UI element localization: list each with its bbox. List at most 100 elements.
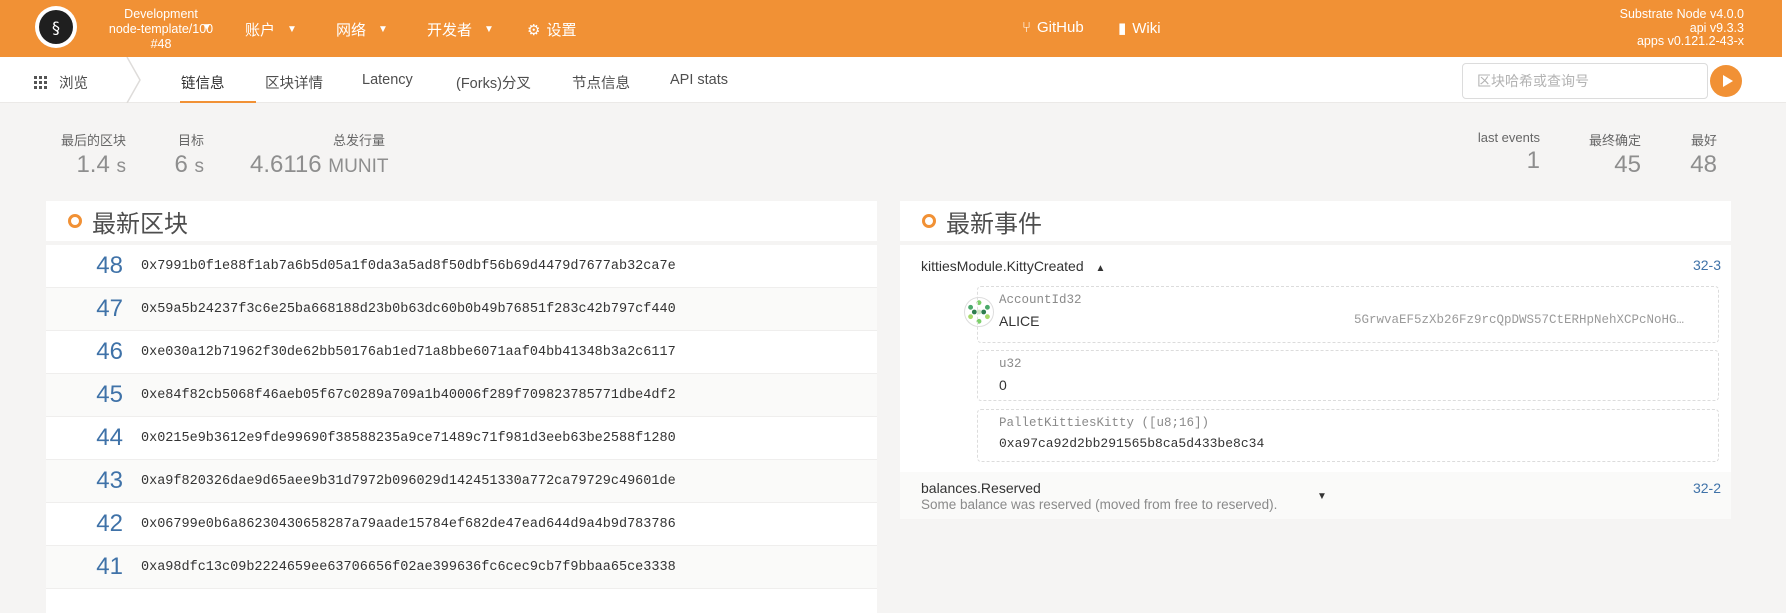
tab-api-stats[interactable]: API stats: [670, 72, 728, 88]
block-hash: 0x7991b0f1e88f1ab7a6b5d05a1f0da3a5ad8f50…: [141, 258, 676, 274]
stat-last-events: last events 1: [1460, 130, 1540, 175]
table-row: 43 0xa9f820326dae9d65aee9b31d7972b096029d…: [46, 460, 877, 503]
recent-events-header: 最新事件: [900, 201, 1731, 245]
nav-settings[interactable]: ⚙ 设置: [527, 19, 576, 40]
param-account-name[interactable]: ALICE: [999, 313, 1039, 329]
event-name: kittiesModule.KittyCreated: [921, 258, 1084, 274]
tab-block-details[interactable]: 区块详情: [265, 72, 323, 93]
event-param-kitty: PalletKittiesKitty ([u8;16]) 0xa97ca92d2…: [977, 409, 1719, 462]
stat-last-block: 最后的区块 1.4 s: [60, 130, 126, 179]
stat-finalized-label: 最终确定: [1588, 133, 1641, 148]
api-version: api v9.3.3: [1689, 20, 1744, 35]
param-value: 0xa97ca92d2bb291565b8ca5d433be8c34: [999, 436, 1265, 451]
version-info: Substrate Node v4.0.0 api v9.3.3 apps v0…: [1619, 7, 1744, 49]
stat-total-issuance: 总发行量 4.6116 MUNIT: [250, 130, 388, 179]
stat-finalized-value: 45: [1614, 151, 1641, 178]
chevron-down-icon[interactable]: ▼: [1317, 491, 1327, 502]
blocks-list: 48 0x7991b0f1e88f1ab7a6b5d05a1f0da3a5ad8f…: [46, 245, 877, 589]
breadcrumb-separator-icon: [126, 57, 141, 103]
wiki-link[interactable]: ▮ Wiki: [1118, 19, 1161, 38]
event-param-u32: u32 0: [977, 350, 1719, 401]
block-number-link[interactable]: 45: [46, 381, 123, 409]
event-header[interactable]: kittiesModule.KittyCreated ▲: [921, 258, 1105, 274]
param-type: u32: [999, 357, 1022, 371]
block-number-link[interactable]: 46: [46, 338, 123, 366]
event-ref-link[interactable]: 32-2: [1693, 480, 1721, 496]
tab-chain-info[interactable]: 链信息: [181, 72, 225, 93]
table-row: 41 0xa98dfc13c09b2224659ee63706656f02ae39…: [46, 546, 877, 589]
block-hash: 0x0215e9b3612e9fde99690f38588235a9ce7148…: [141, 430, 676, 446]
block-hash: 0x06799e0b6a86230430658287a79aade15784ef…: [141, 516, 676, 532]
stat-best-value: 48: [1690, 151, 1717, 178]
block-number-link[interactable]: 44: [46, 424, 123, 452]
active-tab-indicator: [180, 101, 256, 103]
chain-name: Development: [124, 7, 198, 21]
event-param-account: AccountId32 ALICE 5GrwvaEF5zXb26Fz9rcQpD…: [977, 286, 1719, 343]
chevron-down-icon: ▼: [484, 24, 494, 35]
chevron-up-icon[interactable]: ▲: [1096, 263, 1106, 274]
block-hash: 0x59a5b24237f3c6e25ba668188d23b0b63dc60b…: [141, 301, 676, 317]
stat-finalized: 最终确定 45: [1575, 130, 1641, 179]
node-version: Substrate Node v4.0.0: [1619, 7, 1744, 21]
block-hash: 0xe030a12b71962f30de62bb50176ab1ed71a8bb…: [141, 344, 676, 360]
search-go-button[interactable]: [1710, 65, 1742, 97]
wiki-label: Wiki: [1132, 19, 1161, 37]
stat-last-events-value: 1: [1526, 147, 1540, 174]
section-dot-icon: [68, 214, 82, 228]
block-hash: 0xa9f820326dae9d65aee9b31d7972b096029d14…: [141, 473, 676, 489]
table-row: 44 0x0215e9b3612e9fde99690f38588235a9ce71…: [46, 417, 877, 460]
event-item-balances-reserved[interactable]: balances.Reserved Some balance was reser…: [900, 472, 1731, 519]
grid-icon: [34, 76, 47, 89]
logo-icon: §: [39, 10, 73, 44]
block-number-link[interactable]: 42: [46, 510, 123, 538]
chevron-down-icon: ▼: [287, 24, 297, 35]
param-type: PalletKittiesKitty ([u8;16]): [999, 416, 1210, 430]
chevron-down-icon: ▼: [378, 24, 388, 35]
stat-best: 最好 48: [1680, 130, 1717, 179]
recent-blocks-panel: 最新区块 48 0x7991b0f1e88f1ab7a6b5d05a1f0da3a…: [46, 201, 877, 613]
block-number-link[interactable]: 43: [46, 467, 123, 495]
block-number-link[interactable]: 41: [46, 553, 123, 581]
code-branch-icon: ⑂: [1022, 19, 1032, 36]
tab-forks[interactable]: (Forks)分叉: [456, 72, 531, 93]
nav-accounts[interactable]: 账户 ▼: [245, 19, 297, 40]
github-link[interactable]: ⑂ GitHub: [1022, 19, 1084, 36]
section-dot-icon: [922, 214, 936, 228]
gears-icon: ⚙: [527, 21, 541, 39]
event-description: Some balance was reserved (moved from fr…: [921, 497, 1278, 512]
tab-node-info[interactable]: 节点信息: [572, 72, 630, 93]
tab-latency[interactable]: Latency: [362, 72, 413, 88]
param-account-address: 5GrwvaEF5zXb26Fz9rcQpDWS57CtERHpNehXCPcN…: [1353, 313, 1684, 327]
play-icon: [1722, 75, 1733, 87]
recent-events-panel: 最新事件 kittiesModule.KittyCreated ▲ 32-3 A…: [900, 201, 1731, 519]
browse-menu[interactable]: 浏览: [34, 72, 88, 93]
chain-selector[interactable]: Development node-template/100 #48: [86, 7, 236, 52]
stat-best-label: 最好: [1690, 133, 1717, 148]
chevron-down-icon[interactable]: ▼: [202, 22, 212, 33]
recent-blocks-header: 最新区块: [46, 201, 877, 245]
stat-target-value: 6: [174, 151, 188, 178]
table-row: 48 0x7991b0f1e88f1ab7a6b5d05a1f0da3a5ad8f…: [46, 245, 877, 288]
nav-network[interactable]: 网络 ▼: [336, 19, 388, 40]
book-icon: ▮: [1118, 20, 1127, 37]
block-number-link[interactable]: 47: [46, 295, 123, 323]
top-bar: § Development node-template/100 #48 ▼ 账户…: [0, 0, 1786, 57]
chain-node: node-template/100: [108, 22, 214, 36]
substrate-logo[interactable]: §: [35, 6, 77, 48]
stat-target-label: 目标: [178, 133, 205, 148]
block-search-input[interactable]: [1462, 63, 1708, 99]
nav-developer-label: 开发者: [427, 22, 473, 39]
table-row: 46 0xe030a12b71962f30de62bb50176ab1ed71a8…: [46, 331, 877, 374]
event-ref-link[interactable]: 32-3: [1693, 257, 1721, 273]
nav-developer[interactable]: 开发者 ▼: [427, 19, 494, 40]
nav-settings-label: 设置: [546, 22, 577, 39]
param-value: 0: [999, 377, 1007, 393]
nav-accounts-label: 账户: [245, 22, 276, 39]
stat-last-block-label: 最后的区块: [60, 133, 126, 148]
block-number-link[interactable]: 48: [46, 252, 123, 280]
chain-block: #48: [150, 37, 172, 51]
param-type: AccountId32: [999, 293, 1082, 307]
stat-last-events-label: last events: [1477, 130, 1540, 145]
stat-target: 目标 6 s: [160, 130, 204, 179]
stat-last-block-unit: s: [116, 156, 127, 177]
